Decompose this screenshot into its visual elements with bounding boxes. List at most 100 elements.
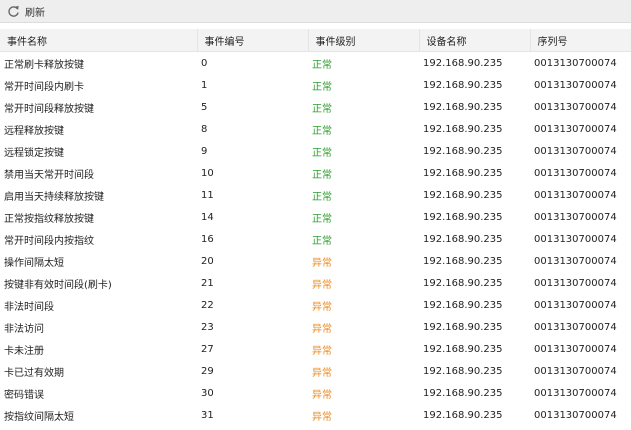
event-level-cell: 正常 <box>312 191 332 203</box>
table-row[interactable]: 卡未注册 27 异常 192.168.90.235 0013130700074 <box>0 338 631 360</box>
event-name-cell: 常开时间段内刷卡 <box>4 81 84 93</box>
device-name-cell: 192.168.90.235 <box>423 387 503 399</box>
serial-number-cell: 0013130700074 <box>534 387 617 399</box>
table-body: 正常刷卡释放按键 0 正常 192.168.90.235 0013130700074 常开… <box>0 52 631 427</box>
event-name-cell: 操作间隔太短 <box>4 257 64 269</box>
serial-number-cell: 0013130700074 <box>534 233 617 245</box>
serial-number-cell: 0013130700074 <box>534 123 617 135</box>
event-name-cell: 启用当天持续释放按键 <box>4 191 104 203</box>
serial-number-cell: 0013130700074 <box>534 277 617 289</box>
event-number-cell: 22 <box>201 299 214 311</box>
column-header-event-number[interactable]: 事件编号 <box>197 29 309 52</box>
event-level-cell: 正常 <box>312 81 332 93</box>
device-name-cell: 192.168.90.235 <box>423 57 503 69</box>
device-name-cell: 192.168.90.235 <box>423 321 503 333</box>
event-number-cell: 20 <box>201 255 214 267</box>
device-name-cell: 192.168.90.235 <box>423 211 503 223</box>
table-row[interactable]: 按键非有效时间段(刷卡) 21 异常 192.168.90.235 0013130700… <box>0 272 631 294</box>
event-number-cell: 8 <box>201 123 208 135</box>
table-row[interactable]: 禁用当天常开时间段 10 正常 192.168.90.235 0013130700074 <box>0 162 631 184</box>
table-row[interactable]: 非法访问 23 异常 192.168.90.235 0013130700074 <box>0 316 631 338</box>
event-level-cell: 异常 <box>312 301 332 313</box>
serial-number-cell: 0013130700074 <box>534 321 617 333</box>
device-name-cell: 192.168.90.235 <box>423 189 503 201</box>
event-name-cell: 常开时间段释放按键 <box>4 103 94 115</box>
serial-number-cell: 0013130700074 <box>534 145 617 157</box>
device-name-cell: 192.168.90.235 <box>423 277 503 289</box>
table-row[interactable]: 正常刷卡释放按键 0 正常 192.168.90.235 0013130700074 <box>0 52 631 75</box>
table-row[interactable]: 非法时间段 22 异常 192.168.90.235 0013130700074 <box>0 294 631 316</box>
event-name-cell: 远程释放按键 <box>4 125 64 137</box>
device-name-cell: 192.168.90.235 <box>423 365 503 377</box>
refresh-icon <box>7 5 20 18</box>
serial-number-cell: 0013130700074 <box>534 365 617 377</box>
device-name-cell: 192.168.90.235 <box>423 255 503 267</box>
table-row[interactable]: 远程锁定按键 9 正常 192.168.90.235 0013130700074 <box>0 140 631 162</box>
serial-number-cell: 0013130700074 <box>534 409 617 421</box>
toolbar: 刷新 <box>0 0 631 23</box>
serial-number-cell: 0013130700074 <box>534 101 617 113</box>
table-row[interactable]: 常开时间段内按指纹 16 正常 192.168.90.235 0013130700074 <box>0 228 631 250</box>
device-name-cell: 192.168.90.235 <box>423 409 503 421</box>
event-number-cell: 10 <box>201 167 214 179</box>
event-level-cell: 异常 <box>312 279 332 291</box>
event-level-cell: 正常 <box>312 147 332 159</box>
event-level-cell: 异常 <box>312 257 332 269</box>
column-header-event-level[interactable]: 事件级别 <box>308 29 420 52</box>
event-name-cell: 正常按指纹释放按键 <box>4 213 94 225</box>
event-name-cell: 禁用当天常开时间段 <box>4 169 94 181</box>
serial-number-cell: 0013130700074 <box>534 343 617 355</box>
event-number-cell: 16 <box>201 233 214 245</box>
event-level-cell: 正常 <box>312 169 332 181</box>
event-name-cell: 正常刷卡释放按键 <box>4 59 84 71</box>
column-header-device-name[interactable]: 设备名称 <box>419 29 531 52</box>
event-name-cell: 非法时间段 <box>4 301 54 313</box>
serial-number-cell: 0013130700074 <box>534 255 617 267</box>
event-number-cell: 11 <box>201 189 214 201</box>
event-name-cell: 卡未注册 <box>4 345 44 357</box>
event-level-cell: 正常 <box>312 235 332 247</box>
serial-number-cell: 0013130700074 <box>534 57 617 69</box>
device-name-cell: 192.168.90.235 <box>423 343 503 355</box>
event-level-cell: 异常 <box>312 411 332 423</box>
event-table: 事件名称 事件编号 事件级别 设备名称 序列号 正常刷卡释放按键 0 正常 192.1… <box>0 29 631 426</box>
refresh-button[interactable]: 刷新 <box>7 3 45 19</box>
event-name-cell: 常开时间段内按指纹 <box>4 235 94 247</box>
table-row[interactable]: 密码错误 30 异常 192.168.90.235 0013130700074 <box>0 382 631 404</box>
table-row[interactable]: 常开时间段释放按键 5 正常 192.168.90.235 0013130700074 <box>0 96 631 118</box>
table-row[interactable]: 常开时间段内刷卡 1 正常 192.168.90.235 0013130700074 <box>0 74 631 96</box>
device-name-cell: 192.168.90.235 <box>423 299 503 311</box>
event-number-cell: 9 <box>201 145 208 157</box>
event-number-cell: 14 <box>201 211 214 223</box>
serial-number-cell: 0013130700074 <box>534 211 617 223</box>
table-row[interactable]: 启用当天持续释放按键 11 正常 192.168.90.235 001313070007… <box>0 184 631 206</box>
event-number-cell: 23 <box>201 321 214 333</box>
table-row[interactable]: 操作间隔太短 20 异常 192.168.90.235 0013130700074 <box>0 250 631 272</box>
event-level-cell: 正常 <box>312 103 332 115</box>
column-header-event-name[interactable]: 事件名称 <box>0 29 198 52</box>
event-level-cell: 正常 <box>312 125 332 137</box>
event-number-cell: 0 <box>201 57 208 69</box>
table-row[interactable]: 正常按指纹释放按键 14 正常 192.168.90.235 0013130700074 <box>0 206 631 228</box>
serial-number-cell: 0013130700074 <box>534 299 617 311</box>
device-name-cell: 192.168.90.235 <box>423 167 503 179</box>
event-number-cell: 29 <box>201 365 214 377</box>
table-row[interactable]: 卡已过有效期 29 异常 192.168.90.235 0013130700074 <box>0 360 631 382</box>
event-level-cell: 异常 <box>312 323 332 335</box>
event-level-cell: 正常 <box>312 59 332 71</box>
event-level-cell: 正常 <box>312 213 332 225</box>
event-number-cell: 21 <box>201 277 214 289</box>
device-name-cell: 192.168.90.235 <box>423 101 503 113</box>
column-header-serial-number[interactable]: 序列号 <box>530 29 631 52</box>
refresh-label: 刷新 <box>25 7 45 19</box>
event-number-cell: 1 <box>201 79 208 91</box>
table-row[interactable]: 按指纹间隔太短 31 异常 192.168.90.235 0013130700074 <box>0 404 631 426</box>
event-level-cell: 异常 <box>312 367 332 379</box>
event-number-cell: 30 <box>201 387 214 399</box>
event-name-cell: 远程锁定按键 <box>4 147 64 159</box>
event-number-cell: 5 <box>201 101 208 113</box>
event-number-cell: 31 <box>201 409 214 421</box>
table-row[interactable]: 远程释放按键 8 正常 192.168.90.235 0013130700074 <box>0 118 631 140</box>
serial-number-cell: 0013130700074 <box>534 189 617 201</box>
device-name-cell: 192.168.90.235 <box>423 79 503 91</box>
